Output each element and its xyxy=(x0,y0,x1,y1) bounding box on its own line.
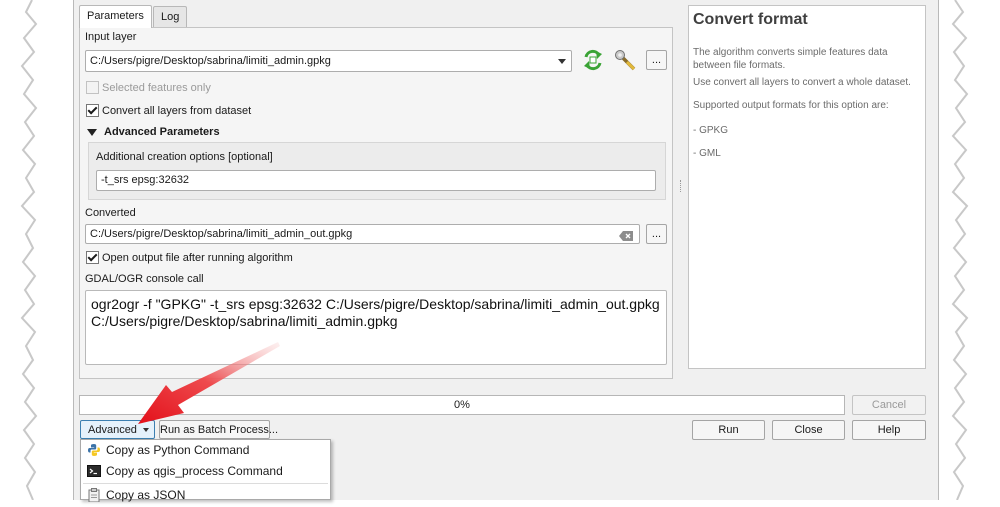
convert-all-checkbox[interactable] xyxy=(86,104,99,117)
menu-item-copy-qgis-process[interactable]: Copy as qgis_process Command xyxy=(81,461,330,483)
converted-value: C:/Users/pigre/Desktop/sabrina/limiti_ad… xyxy=(90,228,353,240)
help-paragraph: - GPKG xyxy=(693,125,729,136)
console-label: GDAL/OGR console call xyxy=(85,273,204,285)
output-browse-button[interactable]: ... xyxy=(646,224,667,244)
selected-only-label: Selected features only xyxy=(102,82,211,94)
help-title: Convert format xyxy=(693,11,808,28)
converted-label: Converted xyxy=(85,207,136,219)
input-layer-combo[interactable]: C:/Users/pigre/Desktop/sabrina/limiti_ad… xyxy=(85,50,572,72)
run-button[interactable]: Run xyxy=(692,420,765,440)
cancel-button[interactable]: Cancel xyxy=(852,395,926,415)
menu-separator xyxy=(83,483,328,484)
help-paragraph: - GML xyxy=(693,148,721,159)
creation-options-label: Additional creation options [optional] xyxy=(96,151,273,163)
chevron-down-icon xyxy=(558,59,566,64)
dialog-left-border xyxy=(73,0,74,500)
clear-icon[interactable] xyxy=(619,229,633,241)
menu-item-copy-json[interactable]: Copy as JSON xyxy=(81,485,330,507)
check-icon xyxy=(87,251,98,262)
help-paragraph: The algorithm converts simple features d… xyxy=(693,47,888,71)
creation-options-field[interactable]: -t_srs epsg:32632 xyxy=(96,170,656,191)
console-line-2: C:/Users/pigre/Desktop/sabrina/limiti_ad… xyxy=(91,313,398,329)
refresh-icon[interactable] xyxy=(581,49,605,71)
input-layer-label: Input layer xyxy=(85,31,137,43)
menu-item-label: Copy as Python Command xyxy=(106,443,250,457)
converted-output-field[interactable]: C:/Users/pigre/Desktop/sabrina/limiti_ad… xyxy=(85,224,640,244)
creation-options-value: -t_srs epsg:32632 xyxy=(101,174,190,186)
input-layer-value: C:/Users/pigre/Desktop/sabrina/limiti_ad… xyxy=(90,55,331,67)
console-line-1: ogr2ogr -f "GPKG" -t_srs epsg:32632 C:/U… xyxy=(91,296,660,312)
menu-item-label: Copy as qgis_process Command xyxy=(106,464,283,478)
help-panel: Convert format The algorithm converts si… xyxy=(688,5,926,369)
progress-label: 0% xyxy=(454,399,470,411)
close-button[interactable]: Close xyxy=(772,420,845,440)
advanced-params-header[interactable]: Advanced Parameters xyxy=(104,126,220,138)
menu-item-copy-python[interactable]: Copy as Python Command xyxy=(81,440,330,462)
dialog-right-border xyxy=(938,0,939,500)
tab-log[interactable]: Log xyxy=(153,6,188,27)
collapse-arrow-icon[interactable] xyxy=(87,129,97,136)
open-output-label: Open output file after running algorithm xyxy=(102,252,293,264)
advanced-menu: Copy as Python Command Copy as qgis_proc… xyxy=(80,439,331,503)
selected-only-checkbox[interactable] xyxy=(86,81,99,94)
tab-parameters[interactable]: Parameters xyxy=(79,5,152,28)
input-browse-button[interactable]: ... xyxy=(646,50,667,70)
help-button[interactable]: Help xyxy=(852,420,926,440)
help-paragraph: Use convert all layers to convert a whol… xyxy=(693,77,911,88)
check-icon xyxy=(87,104,98,115)
convert-all-label: Convert all layers from dataset xyxy=(102,105,252,117)
splitter-handle[interactable] xyxy=(680,180,682,192)
python-icon xyxy=(87,443,101,457)
open-output-checkbox[interactable] xyxy=(86,251,99,264)
annotation-arrow xyxy=(138,342,280,424)
terminal-icon xyxy=(87,464,101,478)
help-paragraph: Supported output formats for this option… xyxy=(693,100,889,111)
wrench-icon[interactable] xyxy=(614,49,638,73)
